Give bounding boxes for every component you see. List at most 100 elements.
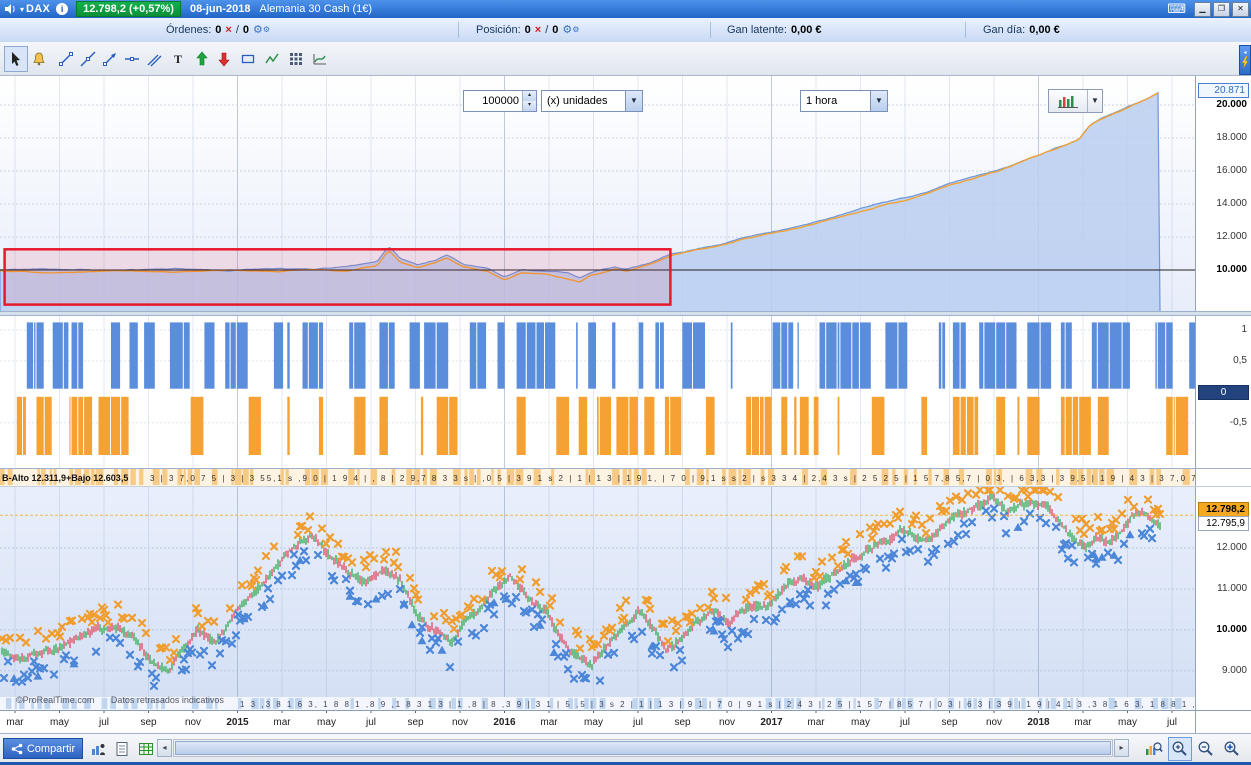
quantity-arrows[interactable]: ▴ ▾ xyxy=(522,91,536,111)
speaker-icon[interactable] xyxy=(4,3,17,15)
pattern-grid-tool[interactable] xyxy=(284,46,308,72)
svg-text:nov: nov xyxy=(986,717,1002,728)
sell-arrow-icon xyxy=(218,52,230,67)
scroll-right-button[interactable]: ▸ xyxy=(1114,739,1129,757)
grid-icon xyxy=(290,53,302,65)
position-status: Posición: 0 × / 0 ⚙ ⚙ xyxy=(476,18,579,42)
drawing-toolbar: T 100000 ▴ ▾ (x) unidades ▼ 1 hora ▼ ▼ xyxy=(0,42,1251,113)
orders-open-count: 0 xyxy=(215,24,222,36)
close-position-icon[interactable]: × xyxy=(535,24,541,36)
axis-tick-label: 14.000 xyxy=(1216,197,1247,209)
delayed-data-note: Datos retrasados indicativos xyxy=(110,695,224,705)
share-label: Compartir xyxy=(26,742,76,755)
axis-tick-label: 16.000 xyxy=(1216,164,1247,176)
svg-text:may: may xyxy=(851,717,870,728)
collapse-panel-button[interactable]: ◂ xyxy=(1239,45,1251,75)
axis-tick-label: 12.000 xyxy=(1216,230,1247,242)
channel-tool[interactable] xyxy=(142,46,166,72)
axis-tick-label: -0,5 xyxy=(1229,416,1247,428)
equity-last-value-box: 20.871 xyxy=(1198,83,1249,98)
svg-text:2015: 2015 xyxy=(226,717,249,728)
price-axis[interactable]: 20.871 0 12.798,2 12.795,9 20.000 18.000 1… xyxy=(1195,75,1251,733)
svg-text:jul: jul xyxy=(899,717,910,728)
trendline-tool[interactable] xyxy=(54,46,78,72)
quote-date: 08-jun-2018 xyxy=(189,3,251,15)
cursor-tool[interactable] xyxy=(4,46,28,72)
buy-order-tool[interactable] xyxy=(190,46,214,72)
instrument-caret-icon[interactable]: ▾ xyxy=(20,5,24,14)
rectangle-icon xyxy=(241,54,255,64)
axis-tick-label: 0,5 xyxy=(1233,354,1247,366)
magnifier-plus-icon xyxy=(1172,741,1187,756)
indicator-tool[interactable] xyxy=(308,46,332,72)
orders-settings-icon-2[interactable]: ⚙ xyxy=(263,25,270,35)
stats-separator xyxy=(965,22,966,38)
svg-text:nov: nov xyxy=(719,717,735,728)
zoom-reset-button[interactable] xyxy=(1220,737,1244,761)
zoom-out-button[interactable] xyxy=(1194,737,1218,761)
zoom-in-button[interactable] xyxy=(1168,737,1192,761)
chart-style-button[interactable]: ▼ xyxy=(1048,89,1103,113)
panel-splitter[interactable] xyxy=(0,311,1251,316)
quantity-down-icon[interactable]: ▾ xyxy=(523,101,536,111)
lightning-icon xyxy=(1241,56,1249,70)
quantity-up-icon[interactable]: ▴ xyxy=(523,91,536,101)
svg-text:B-Alto 12.311,9+Bajo 12.603,5: B-Alto 12.311,9+Bajo 12.603,5 xyxy=(2,473,128,483)
axis-tick-label: 20.000 xyxy=(1216,99,1247,111)
info-icon[interactable]: i xyxy=(56,3,69,15)
latent-pl-label: Gan latente: xyxy=(727,24,787,36)
units-select[interactable]: (x) unidades ▼ xyxy=(541,90,643,112)
sell-order-tool[interactable] xyxy=(212,46,236,72)
report-icon xyxy=(116,742,128,756)
share-button[interactable]: Compartir xyxy=(3,738,83,759)
trendline-icon xyxy=(59,52,73,66)
quantity-stepper[interactable]: 100000 ▴ ▾ xyxy=(463,90,537,112)
ray-line-tool[interactable] xyxy=(98,46,122,72)
quantity-value[interactable]: 100000 xyxy=(464,91,522,111)
day-pl-value: 0,00 € xyxy=(1029,24,1060,36)
horizontal-line-tool[interactable] xyxy=(120,46,144,72)
keyboard-icon[interactable]: ⌨ xyxy=(1167,1,1186,17)
svg-text:jul: jul xyxy=(1166,717,1177,728)
close-button[interactable]: ✕ xyxy=(1232,1,1249,17)
data-table-button[interactable] xyxy=(134,737,158,761)
extended-line-tool[interactable] xyxy=(76,46,100,72)
minimize-button[interactable]: ▁ xyxy=(1194,1,1211,17)
timeframe-select[interactable]: 1 hora ▼ xyxy=(800,90,888,112)
scroll-left-button[interactable]: ◂ xyxy=(157,739,172,757)
scrollbar-thumb[interactable] xyxy=(175,741,1111,755)
chart-analysis-button[interactable] xyxy=(1142,737,1166,761)
chevron-down-icon[interactable]: ▼ xyxy=(625,91,642,111)
svg-text:may: may xyxy=(317,717,336,728)
svg-text:jul: jul xyxy=(98,717,109,728)
magnifier-blue-plus-icon xyxy=(1224,741,1239,756)
buy-arrow-icon xyxy=(196,51,208,66)
text-tool[interactable]: T xyxy=(166,46,190,72)
instrument-name[interactable]: DAX xyxy=(26,3,50,15)
stats-separator xyxy=(710,22,711,38)
restore-button[interactable]: ❐ xyxy=(1213,1,1230,17)
orders-settings-icon[interactable]: ⚙ xyxy=(253,25,263,36)
order-log-button[interactable] xyxy=(110,737,134,761)
svg-text:jul: jul xyxy=(632,717,643,728)
zigzag-tool[interactable] xyxy=(260,46,284,72)
axis-tick-label: 18.000 xyxy=(1216,132,1247,143)
svg-text:nov: nov xyxy=(452,717,468,728)
svg-text:sep: sep xyxy=(140,717,157,728)
rectangle-zoom-tool[interactable] xyxy=(236,46,260,72)
svg-text:3 | 3 7,0 7 5 | 3 | 3 55,1 s ,: 3 | 3 7,0 7 5 | 3 | 3 55,1 s ,9 0 | 1 9 … xyxy=(150,474,1195,483)
chart-canvas[interactable]: mar may jul sep nov 2015 mar may jul sep nov 2016 ma… xyxy=(0,75,1251,733)
position-open-count: 0 xyxy=(524,24,531,36)
chevron-down-icon[interactable]: ▼ xyxy=(1087,90,1102,112)
alarm-tool[interactable] xyxy=(27,46,51,72)
chart-area[interactable]: mar may jul sep nov 2015 mar may jul sep nov 2016 ma… xyxy=(0,75,1251,733)
ray-line-icon xyxy=(103,53,116,66)
histogram-zero-box: 0 xyxy=(1198,385,1249,400)
position-settings-icon[interactable]: ⚙ xyxy=(562,25,572,36)
cancel-orders-icon[interactable]: × xyxy=(225,24,231,36)
chart-scrollbar[interactable] xyxy=(173,739,1113,757)
share-icon xyxy=(11,743,23,754)
position-settings-icon-2[interactable]: ⚙ xyxy=(572,25,579,35)
chevron-down-icon[interactable]: ▼ xyxy=(870,91,887,111)
strategy-stats-button[interactable] xyxy=(86,737,110,761)
